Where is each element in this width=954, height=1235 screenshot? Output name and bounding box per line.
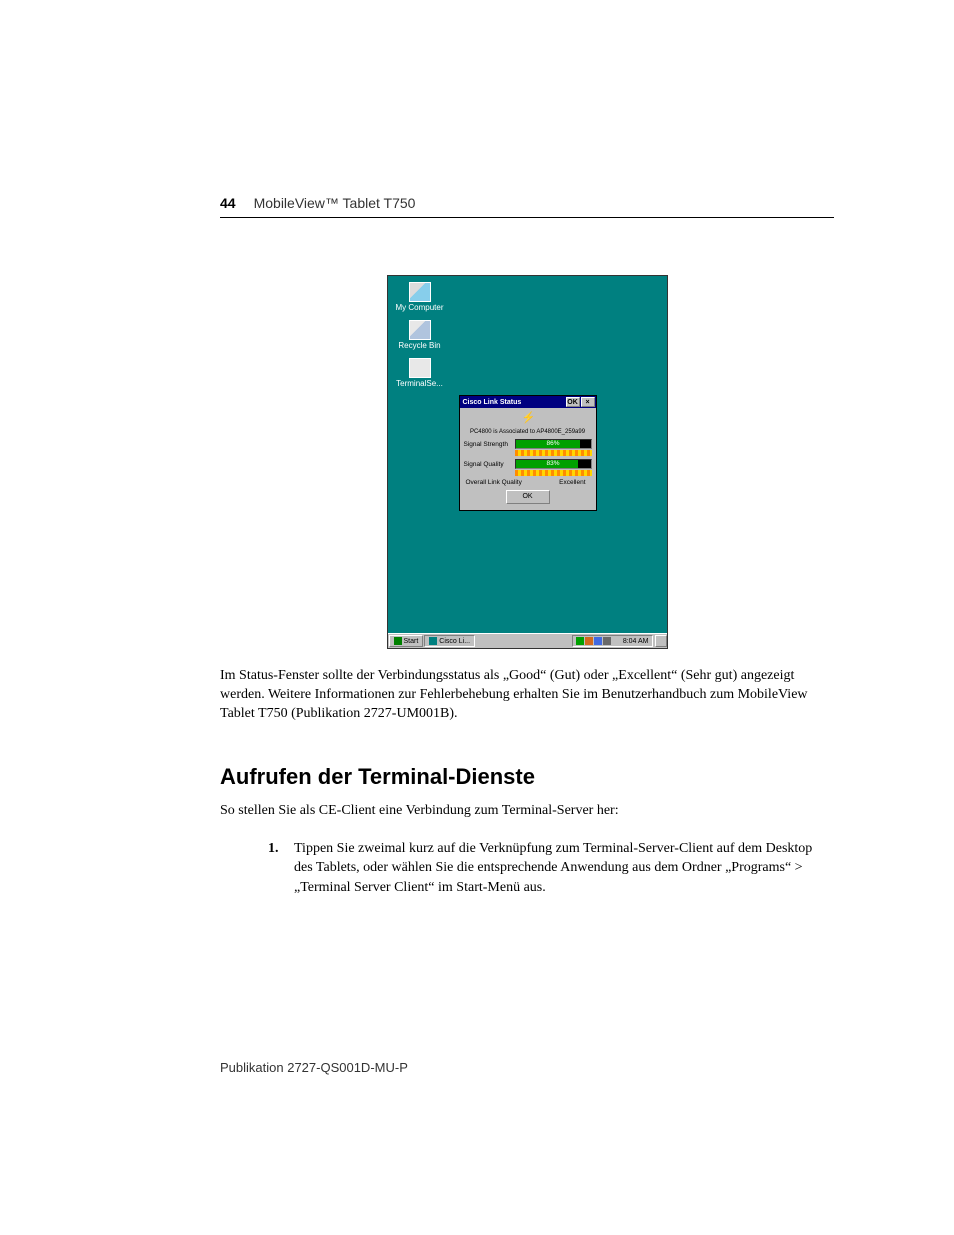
terminal-icon [409,358,431,378]
tray-icon [612,637,620,645]
dialog-ok-button[interactable]: OK [506,490,550,504]
tray-icon [594,637,602,645]
icon-label: Recycle Bin [398,341,440,350]
signal-quality-bar: 83% [515,459,592,469]
signal-quality-row: Signal Quality 83% [464,459,592,469]
page-header: 44 MobileView™ Tablet T750 [220,195,834,218]
icon-label: TerminalSe... [396,379,443,388]
header-title: MobileView™ Tablet T750 [254,195,416,211]
wifi-icon [519,412,537,426]
terminal-server-icon[interactable]: TerminalSe... [390,358,450,389]
desktop: My Computer Recycle Bin TerminalSe... Ci… [387,275,668,649]
dialog-body: PC4800 is Associated to AP4800E_259a99 S… [460,408,596,510]
taskbar-item-cisco[interactable]: Cisco Li... [424,635,475,647]
signal-strength-row: Signal Strength 86% [464,439,592,449]
association-text: PC4800 is Associated to AP4800E_259a99 [464,429,592,435]
computer-icon [409,282,431,302]
cisco-link-status-dialog: Cisco Link Status OK × PC4800 is Associa… [459,395,597,511]
dialog-title: Cisco Link Status [463,399,522,406]
task-label: Cisco Li... [439,638,470,645]
scale-ticks [515,450,592,456]
recycle-bin-icon[interactable]: Recycle Bin [390,320,450,351]
my-computer-icon[interactable]: My Computer [390,282,450,313]
dialog-ok-caption-button[interactable]: OK [566,397,580,407]
icon-label: My Computer [395,303,443,312]
signal-strength-bar: 86% [515,439,592,449]
signal-strength-label: Signal Strength [464,441,512,448]
intro-paragraph: So stellen Sie als CE-Client eine Verbin… [220,802,834,821]
step-1: 1. Tippen Sie zweimal kurz auf die Verkn… [268,839,834,898]
task-icon [429,637,437,645]
overall-quality-row: Overall Link Quality Excellent [466,479,586,486]
show-desktop-button[interactable] [655,635,667,647]
page-number: 44 [220,195,236,211]
tray-icon [603,637,611,645]
start-icon [394,637,402,645]
embedded-screenshot: My Computer Recycle Bin TerminalSe... Ci… [220,275,834,649]
dialog-titlebar: Cisco Link Status OK × [460,396,596,408]
dialog-close-button[interactable]: × [581,397,595,407]
page-footer: Publikation 2727-QS001D-MU-P [220,1060,408,1075]
overall-value: Excellent [559,479,585,486]
start-label: Start [404,638,419,645]
tray-icon [585,637,593,645]
signal-quality-label: Signal Quality [464,461,512,468]
bin-icon [409,320,431,340]
system-tray[interactable]: 8:04 AM [572,635,653,647]
step-text: Tippen Sie zweimal kurz auf die Verknüpf… [294,841,812,895]
start-button[interactable]: Start [389,635,424,647]
page-body: My Computer Recycle Bin TerminalSe... Ci… [220,250,834,897]
signal-strength-pct: 86% [516,440,591,447]
clock: 8:04 AM [623,638,649,645]
overall-label: Overall Link Quality [466,479,522,486]
step-number: 1. [268,839,279,859]
scale-ticks [515,470,592,476]
tray-icon [576,637,584,645]
section-heading: Aufrufen der Terminal-Dienste [220,764,834,790]
taskbar: Start Cisco Li... 8:04 AM [388,633,667,648]
signal-quality-pct: 83% [516,460,591,467]
status-paragraph: Im Status-Fenster sollte der Verbindungs… [220,667,834,724]
